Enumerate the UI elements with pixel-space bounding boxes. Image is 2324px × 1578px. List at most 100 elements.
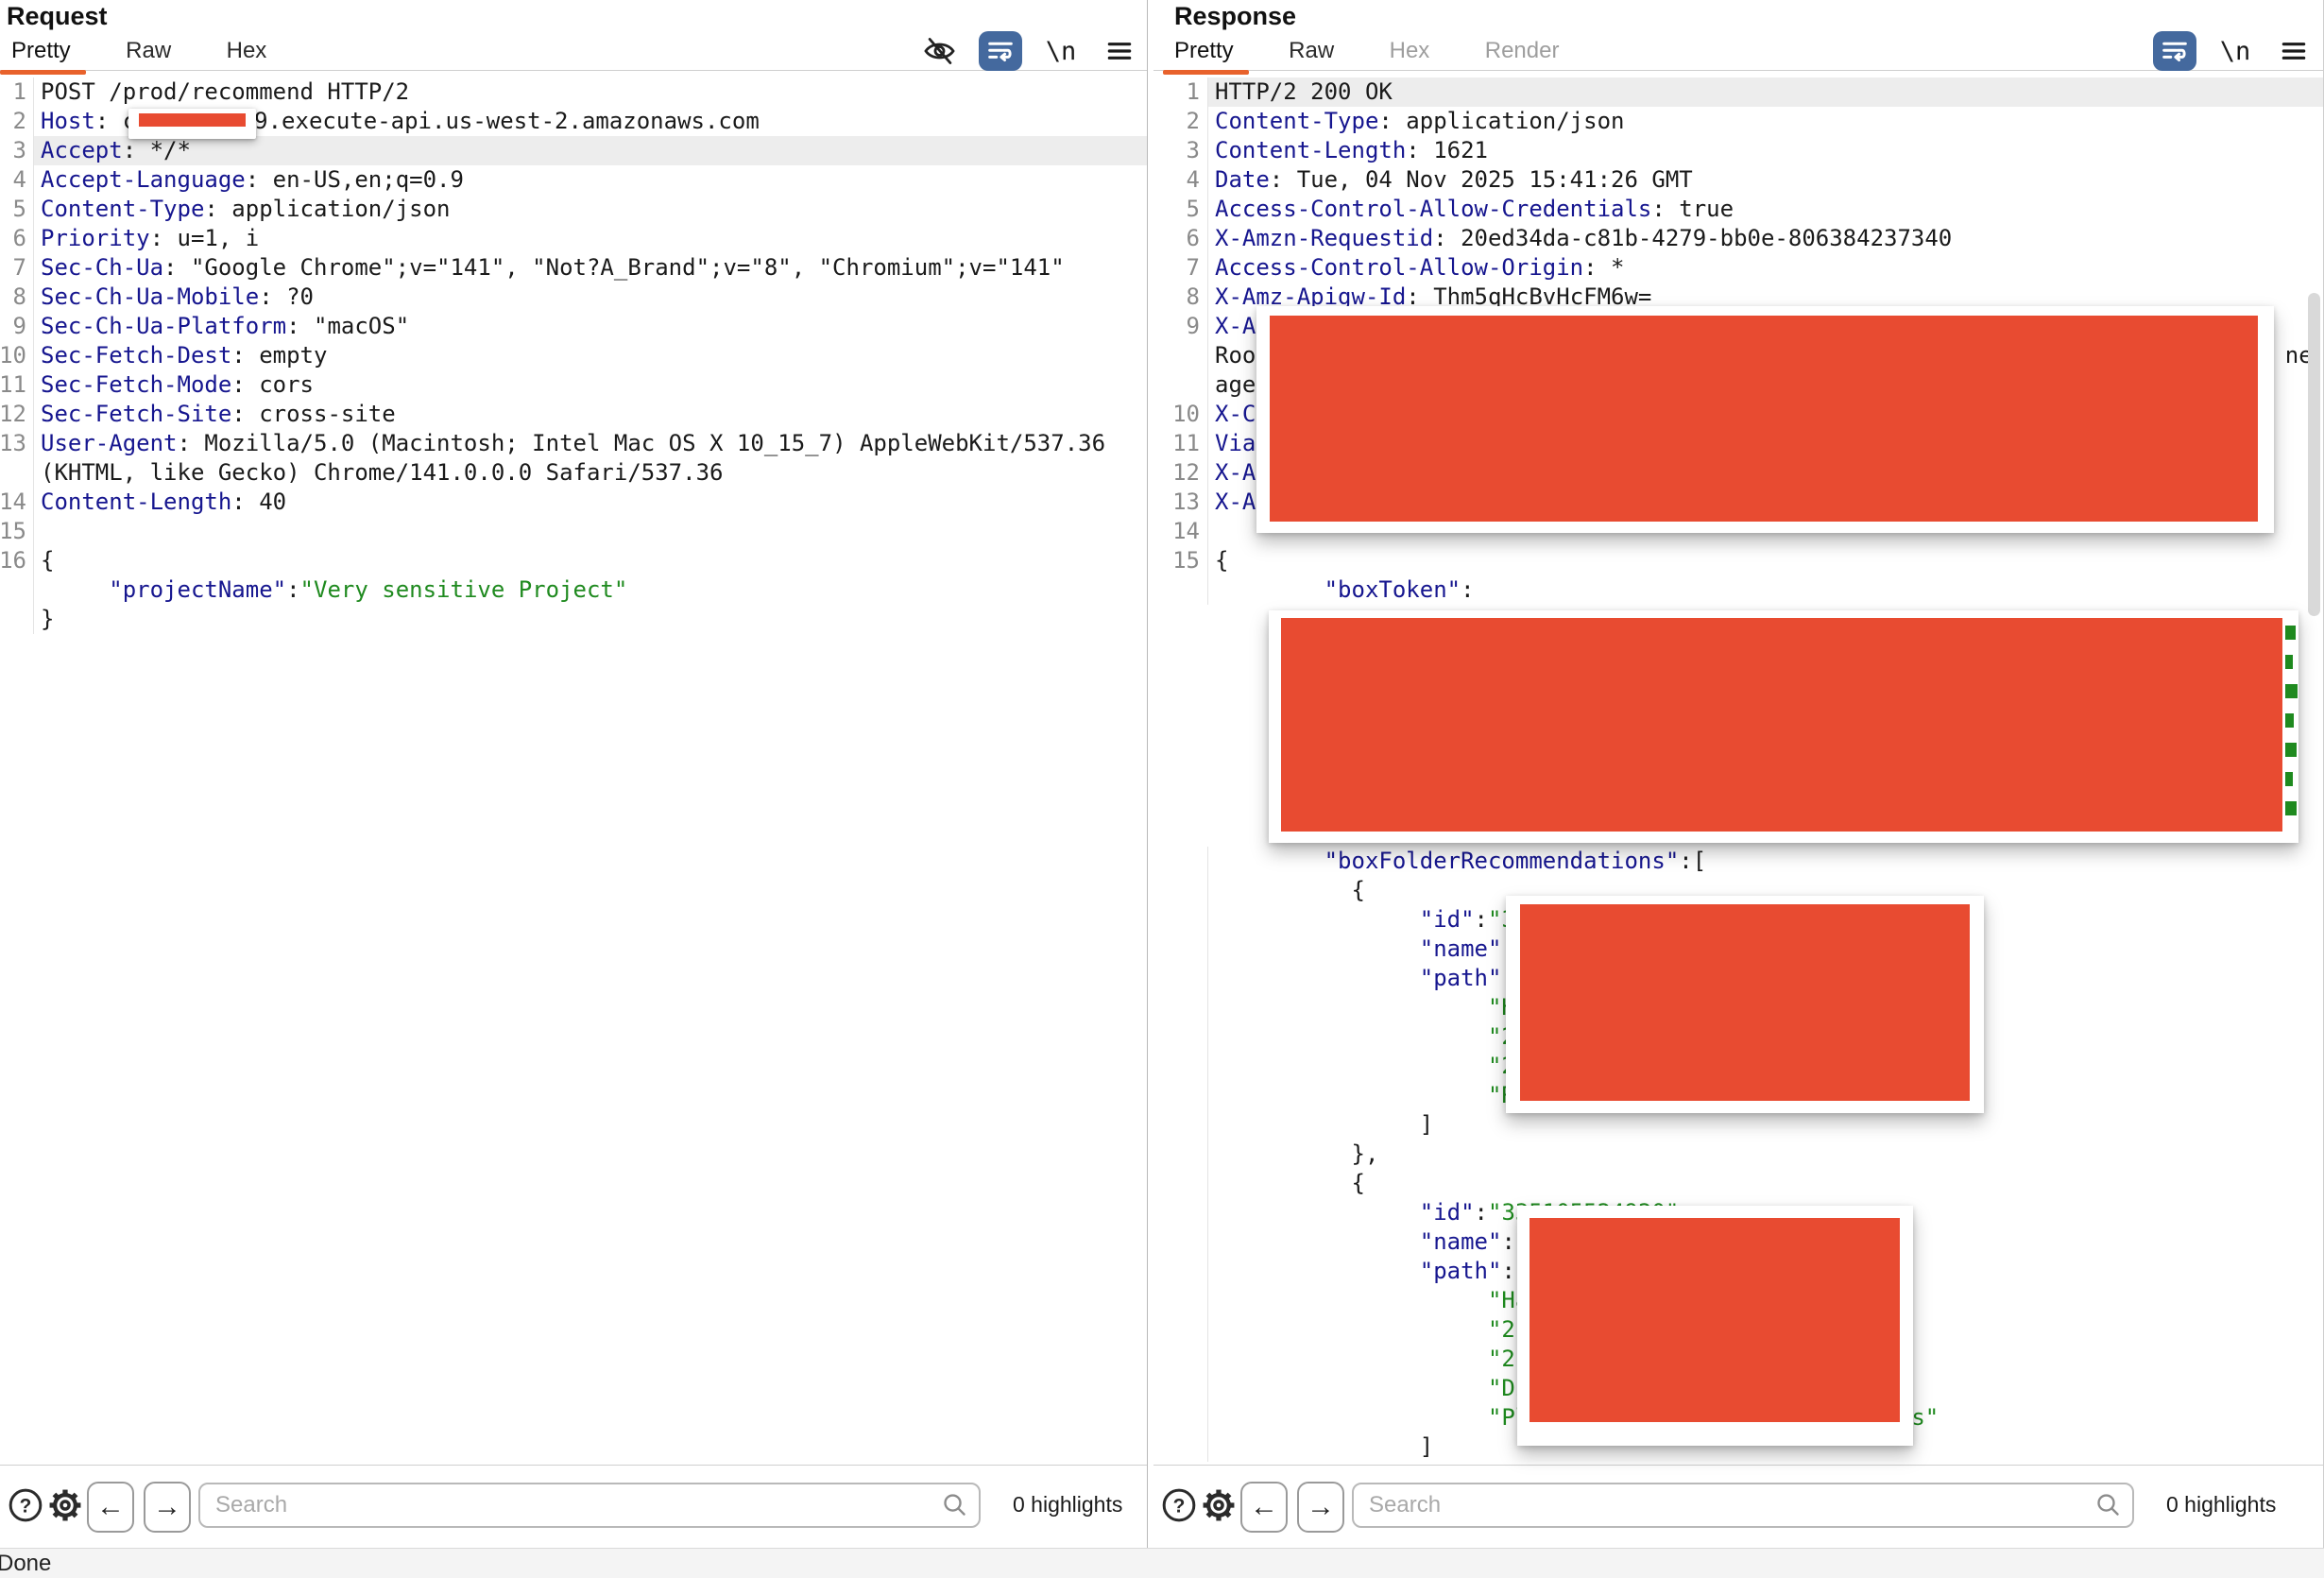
code-line: 15 [0, 517, 1147, 546]
tab-pretty[interactable]: Pretty [1163, 32, 1249, 72]
code-line: "boxFolderRecommendations":[ [1153, 847, 2323, 876]
line-number: 3 [1153, 136, 1208, 165]
code-text: "boxToken": [1208, 575, 2323, 605]
line-number [1153, 1140, 1208, 1169]
next-match-button[interactable]: → [1297, 1482, 1344, 1533]
tab-raw[interactable]: Raw [114, 32, 186, 72]
line-number [1153, 1227, 1208, 1257]
line-number: 11 [0, 370, 34, 400]
highlights-count: 0 highlights [2166, 1492, 2276, 1518]
token-text-sliver [2285, 626, 2296, 640]
tab-raw[interactable]: Raw [1277, 32, 1349, 72]
response-scrollbar-thumb[interactable] [2308, 293, 2320, 616]
code-line: }, [1153, 1140, 2323, 1169]
line-number [1153, 1110, 1208, 1140]
search-input[interactable] [1352, 1483, 2134, 1528]
code-line: 3Accept: */* [0, 136, 1147, 165]
line-number [1153, 876, 1208, 905]
tab-hex[interactable]: Hex [1378, 32, 1445, 72]
redaction-fill [1520, 904, 1970, 1101]
line-number [1153, 1403, 1208, 1432]
line-number [1153, 847, 1208, 876]
code-line: } [0, 605, 1147, 634]
code-text: Content-Type: application/json [1208, 107, 2323, 136]
line-number: 10 [0, 341, 34, 370]
line-number [1153, 905, 1208, 935]
line-number: 9 [1153, 312, 1208, 341]
tab-hex[interactable]: Hex [215, 32, 282, 72]
line-number [1153, 1315, 1208, 1345]
line-number: 2 [0, 107, 34, 136]
code-line: 8Sec-Ch-Ua-Mobile: ?0 [0, 283, 1147, 312]
line-number [1153, 1345, 1208, 1374]
menu-icon[interactable] [2274, 32, 2314, 70]
code-line: "projectName":"Very sensitive Project" [0, 575, 1147, 605]
newline-icon[interactable]: \n [2215, 32, 2255, 70]
line-number: 1 [1153, 77, 1208, 107]
code-text: Sec-Ch-Ua-Platform: "macOS" [34, 312, 1147, 341]
token-text-sliver [2285, 655, 2293, 669]
code-text: Access-Control-Allow-Credentials: true [1208, 195, 2323, 224]
line-number: 10 [1153, 400, 1208, 429]
code-line: "boxToken": [1153, 575, 2323, 605]
eye-off-icon[interactable] [920, 32, 960, 70]
line-number: 4 [1153, 165, 1208, 195]
line-number: 14 [1153, 517, 1208, 546]
code-line: 14Content-Length: 40 [0, 488, 1147, 517]
code-line: 10Sec-Fetch-Dest: empty [0, 341, 1147, 370]
code-text: Content-Length: 1621 [1208, 136, 2323, 165]
redaction-response-headers [1256, 306, 2274, 533]
menu-icon[interactable] [1100, 32, 1139, 70]
redaction-fill [1529, 1218, 1900, 1422]
redaction-host [128, 109, 256, 139]
code-text: { [34, 546, 1147, 575]
newline-icon[interactable]: \n [1041, 32, 1081, 70]
help-icon[interactable]: ? [4, 1482, 47, 1529]
line-number: 16 [0, 546, 34, 575]
request-editor[interactable]: 1POST /prod/recommend HTTP/22Host: c9.ex… [0, 71, 1147, 1466]
request-title: Request [7, 2, 108, 31]
code-line: 16{ [0, 546, 1147, 575]
line-number: 8 [1153, 283, 1208, 312]
code-line: 12Sec-Fetch-Site: cross-site [0, 400, 1147, 429]
redaction-box-token [1269, 610, 2298, 843]
code-line: 1HTTP/2 200 OK [1153, 77, 2323, 107]
search-icon [941, 1491, 969, 1519]
tab-pretty[interactable]: Pretty [0, 32, 86, 72]
line-number [1153, 1169, 1208, 1198]
word-wrap-icon[interactable] [2153, 31, 2196, 71]
line-number [1153, 935, 1208, 964]
token-text-sliver [2285, 684, 2298, 698]
line-number: 7 [0, 253, 34, 283]
code-line: 6X-Amzn-Requestid: 20ed34da-c81b-4279-bb… [1153, 224, 2323, 253]
code-line: 5Access-Control-Allow-Credentials: true [1153, 195, 2323, 224]
line-number [1153, 1052, 1208, 1081]
code-line: 13User-Agent: Mozilla/5.0 (Macintosh; In… [0, 429, 1147, 488]
gear-icon[interactable] [43, 1482, 87, 1529]
line-number: 3 [0, 136, 34, 165]
code-line: 4Date: Tue, 04 Nov 2025 15:41:26 GMT [1153, 165, 2323, 195]
line-number: 15 [1153, 546, 1208, 575]
code-text: Date: Tue, 04 Nov 2025 15:41:26 GMT [1208, 165, 2323, 195]
word-wrap-icon[interactable] [979, 31, 1022, 71]
code-line: 9Sec-Ch-Ua-Platform: "macOS" [0, 312, 1147, 341]
line-number: 8 [0, 283, 34, 312]
prev-match-button[interactable]: ← [87, 1482, 134, 1533]
next-match-button[interactable]: → [144, 1482, 191, 1533]
code-text: { [1208, 546, 2323, 575]
code-text: Sec-Ch-Ua-Mobile: ?0 [34, 283, 1147, 312]
line-number: 9 [0, 312, 34, 341]
response-search-bar: ? ← → [1153, 1465, 2323, 1548]
help-icon[interactable]: ? [1157, 1482, 1201, 1529]
line-number [1153, 1374, 1208, 1403]
tab-render[interactable]: Render [1474, 32, 1575, 72]
code-text: { [1208, 1169, 2323, 1198]
code-text: Accept: */* [34, 136, 1147, 165]
code-line: 2Content-Type: application/json [1153, 107, 2323, 136]
gear-icon[interactable] [1197, 1482, 1240, 1529]
line-number [1153, 1198, 1208, 1227]
line-number: 11 [1153, 429, 1208, 458]
search-input[interactable] [198, 1483, 981, 1528]
prev-match-button[interactable]: ← [1240, 1482, 1288, 1533]
search-field-wrap [198, 1483, 981, 1528]
